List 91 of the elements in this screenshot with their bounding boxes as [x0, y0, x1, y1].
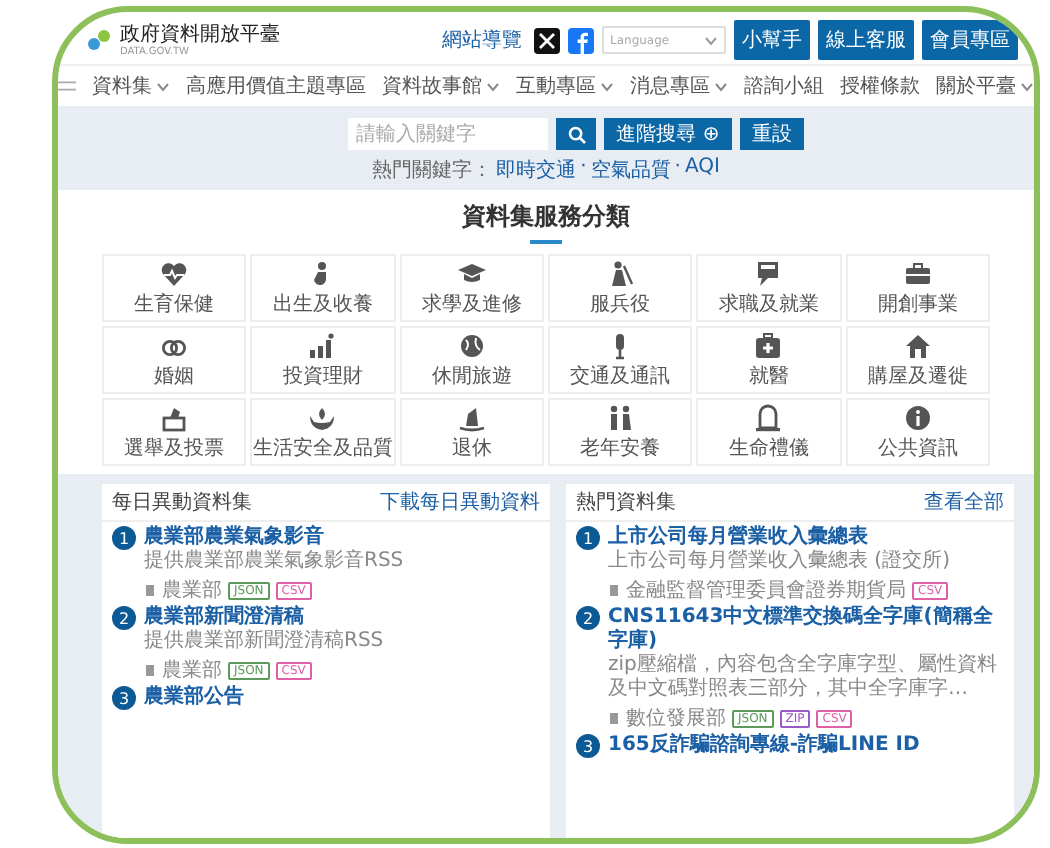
category-tile[interactable]: 公共資訊: [845, 398, 990, 466]
building-icon: [608, 584, 620, 596]
facebook-icon[interactable]: [568, 27, 594, 53]
header-button[interactable]: 小幫手: [734, 20, 810, 60]
x-logo-icon[interactable]: [534, 27, 560, 53]
separator-dot: ·: [580, 156, 587, 182]
nav-item[interactable]: 授權條款: [840, 72, 920, 100]
building-icon: [144, 664, 156, 676]
number-badge: 1: [576, 526, 600, 550]
nav-item[interactable]: 高應用價值主題專區: [186, 72, 366, 100]
building-icon: [608, 712, 620, 724]
category-tile[interactable]: 購屋及遷徙: [845, 326, 990, 394]
agency-name: 農業部: [162, 577, 222, 604]
dataset-description: 上市公司每月營業收入彙總表 (證交所): [608, 550, 952, 574]
keyword-link[interactable]: AQI: [684, 156, 720, 184]
chevron-down-icon: [714, 81, 728, 91]
logo-icon: [86, 26, 114, 54]
nav-item[interactable]: 資料故事館: [382, 72, 500, 100]
dataset-description: zip壓縮檔，內容包含全字庫字型、屬性資料及中文碼對照表三部分，其中全字庫字…: [608, 654, 999, 702]
header-button[interactable]: 會員專區: [922, 20, 1018, 60]
dataset-title-link[interactable]: 農業部農業氣象影音: [144, 526, 324, 550]
header-button[interactable]: 線上客服: [818, 20, 914, 60]
panel-title: 每日異動資料集: [112, 489, 252, 516]
search-field[interactable]: 請輸入關鍵字: [348, 118, 549, 150]
dataset-title-link[interactable]: CNS11643中文標準交換碼全字庫(簡稱全字庫): [608, 606, 1004, 654]
dataset-description: 提供農業部新聞澄清稿RSS: [144, 630, 386, 654]
building-icon: [144, 584, 156, 596]
search-button[interactable]: [556, 118, 597, 150]
dataset-description: 提供農業部農業氣象影音RSS: [144, 550, 406, 574]
advanced-search-button[interactable]: 進階搜尋 ⊕: [604, 118, 732, 150]
chevron-down-icon: [1020, 81, 1034, 91]
chevron-down-icon: [486, 81, 500, 91]
category-tile[interactable]: 退休: [399, 398, 544, 466]
bar-chart-icon: [308, 332, 337, 360]
panel-link[interactable]: 下載每日異動資料: [380, 488, 540, 516]
reset-button[interactable]: 重設: [739, 118, 804, 150]
category-tile[interactable]: 求學及進修: [399, 254, 544, 322]
number-badge: 2: [576, 606, 600, 630]
chevron-down-icon: [600, 81, 614, 91]
panel-title: 熱門資料集: [576, 489, 676, 516]
keyword-link[interactable]: 即時交通: [496, 156, 577, 184]
category-tile[interactable]: 生活安全及品質: [250, 398, 396, 466]
hot-keywords-label: 熱門關鍵字：: [372, 157, 493, 184]
agency-name: 金融監督管理委員會證券期貨局: [626, 577, 906, 604]
agency-name: 農業部: [162, 657, 222, 684]
chevron-down-icon: [156, 81, 170, 91]
number-badge: 3: [112, 686, 136, 710]
nav-item[interactable]: 消息專區: [630, 72, 728, 100]
category-tile[interactable]: 開創事業: [845, 254, 990, 322]
category-tile[interactable]: 求職及就業: [696, 254, 842, 322]
number-badge: 1: [112, 526, 136, 550]
ballot-box-icon: [160, 404, 189, 432]
heart-icon: [160, 260, 189, 288]
category-tile[interactable]: 選舉及投票: [102, 398, 247, 466]
separator-dot: ·: [674, 156, 681, 182]
keyword-link[interactable]: 空氣品質: [590, 156, 671, 184]
agency-name: 數位發展部: [626, 705, 726, 732]
category-tile[interactable]: 服兵役: [548, 254, 693, 322]
tombstone-icon: [754, 404, 783, 432]
logo-title: 政府資料開放平臺: [120, 23, 280, 45]
chevron-down-icon: [704, 35, 718, 45]
first-aid-kit-icon: [754, 332, 783, 360]
nav-item[interactable]: 互動專區: [516, 72, 614, 100]
category-tile[interactable]: 生育保健: [102, 254, 247, 322]
category-tile[interactable]: 婚姻: [102, 326, 247, 394]
category-tile[interactable]: 交通及通訊: [548, 326, 693, 394]
info-icon: [903, 404, 932, 432]
number-badge: 2: [112, 606, 136, 630]
category-tile[interactable]: 出生及收養: [250, 254, 396, 322]
search-icon: [567, 125, 586, 143]
graduation-cap-icon: [457, 260, 486, 288]
section-title: 資料集服務分類: [462, 200, 630, 234]
sitemap-link[interactable]: 網站導覽: [442, 26, 522, 54]
people-icon: [606, 404, 635, 432]
category-tile[interactable]: 投資理財: [250, 326, 396, 394]
document-icon: [754, 260, 783, 288]
dataset-title-link[interactable]: 農業部公告: [144, 686, 244, 710]
category-tile[interactable]: 生命禮儀: [696, 398, 842, 466]
nav-item[interactable]: 資料集: [92, 72, 170, 100]
dataset-title-link[interactable]: 上市公司每月營業收入彙總表: [608, 526, 868, 550]
category-tile[interactable]: 就醫: [696, 326, 842, 394]
panel-link[interactable]: 查看全部: [924, 488, 1004, 516]
dataset-title-link[interactable]: 165反詐騙諮詢專線-詐騙LINE ID: [608, 734, 920, 758]
nav-item[interactable]: 關於平臺: [936, 72, 1034, 100]
nav-item[interactable]: 諮詢小組: [744, 72, 824, 100]
dataset-title-link[interactable]: 農業部新聞澄清稿: [144, 606, 304, 630]
category-tile[interactable]: 老年安養: [548, 398, 693, 466]
category-tile[interactable]: 休閒旅遊: [399, 326, 544, 394]
number-badge: 3: [576, 734, 600, 758]
briefcase-icon: [903, 260, 932, 288]
house-icon: [903, 332, 932, 360]
